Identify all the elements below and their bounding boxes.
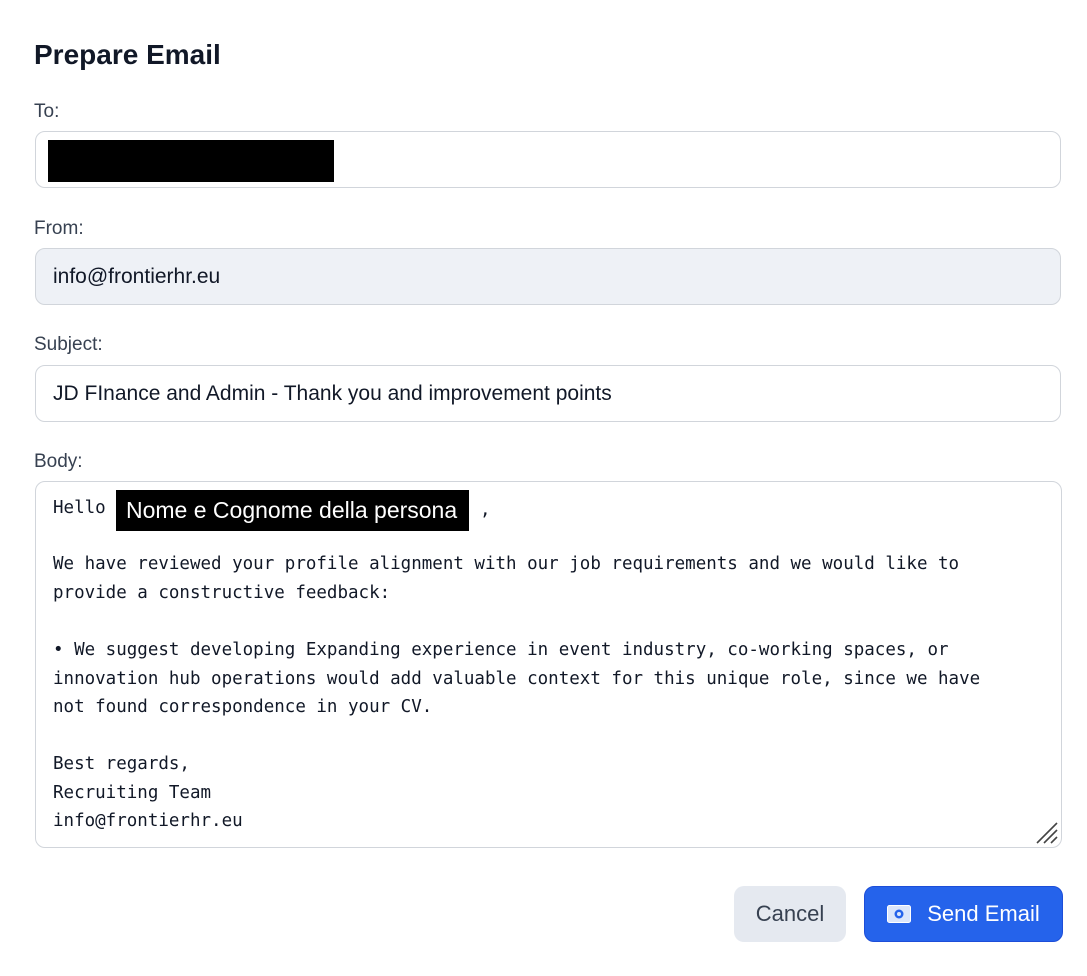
prepare-email-dialog: Prepare Email To: From: info@frontierhr.… <box>0 0 1087 976</box>
body-line: We have reviewed your profile alignment … <box>53 554 960 574</box>
to-redaction <box>48 140 334 182</box>
recipient-name-redaction: Nome e Cognome della persona <box>116 490 470 531</box>
body-greeting: Hello <box>53 498 106 518</box>
greeting-comma: , <box>480 500 491 520</box>
envelope-icon <box>887 905 912 923</box>
from-field[interactable]: info@frontierhr.eu <box>35 248 1061 305</box>
subject-label: Subject: <box>34 334 103 355</box>
body-line: Best regards, <box>53 754 190 774</box>
cancel-button-label: Cancel <box>755 901 825 926</box>
body-line: Recruiting Team <box>53 783 212 803</box>
send-email-button-label: Send Email <box>927 901 1040 926</box>
dialog-title: Prepare Email <box>34 39 221 70</box>
body-label: Body: <box>34 451 83 472</box>
cancel-button[interactable]: Cancel <box>734 886 846 942</box>
subject-field[interactable]: JD FInance and Admin - Thank you and imp… <box>35 365 1061 422</box>
to-label: To: <box>34 101 60 122</box>
body-line: provide a constructive feedback: <box>53 583 391 603</box>
resize-handle-icon[interactable] <box>1033 819 1059 845</box>
body-textarea[interactable]: Hello Nome e Cognome della persona , We … <box>35 481 1062 848</box>
body-line: innovation hub operations would add valu… <box>53 669 981 689</box>
from-label: From: <box>34 218 84 239</box>
body-line: • We suggest developing Expanding experi… <box>53 640 949 660</box>
body-line: info@frontierhr.eu <box>53 811 243 831</box>
body-line: not found correspondence in your CV. <box>53 697 433 717</box>
send-email-button[interactable]: Send Email <box>864 886 1063 942</box>
